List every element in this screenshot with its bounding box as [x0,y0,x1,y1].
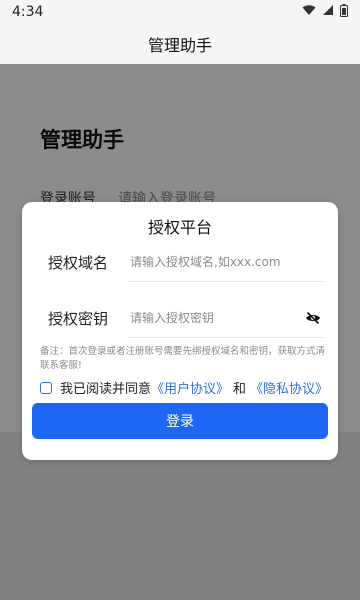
signal-icon [322,4,334,20]
and-text: 和 [233,382,247,397]
key-label: 授权密钥 [48,309,109,328]
domain-input[interactable] [128,242,324,282]
agreement-row: 我已阅读并同意 《用户协议》 和 《隐私协议》 [40,378,340,397]
dialog-title: 授权平台 [147,218,212,237]
status-time: 4:34 [12,4,44,20]
key-row: 授权密钥 [48,298,324,338]
battery-icon [340,3,348,21]
authorization-dialog: 授权平台 授权域名 授权密钥 备注：首次登录或者注册账号需要先绑授权域名和密钥，… [22,202,338,460]
user-agreement-link[interactable]: 《用户协议》 [151,378,229,397]
status-icons [302,3,348,21]
privacy-agreement-link[interactable]: 《隐私协议》 [250,378,328,397]
login-button[interactable]: 登录 [32,403,328,439]
domain-label: 授权域名 [48,253,109,272]
domain-row: 授权域名 [48,242,324,282]
app-header: 管理助手 [0,24,360,64]
status-bar: 4:34 [0,0,360,24]
eye-off-icon[interactable] [304,309,322,327]
key-input[interactable] [128,298,324,338]
agree-checkbox[interactable] [40,381,52,394]
wifi-icon [302,4,316,20]
header-title: 管理助手 [147,36,212,55]
note-text: 备注：首次登录或者注册账号需要先绑授权域名和密钥，获取方式清联系客服! [40,346,326,371]
agree-text: 我已阅读并同意 [60,382,152,397]
